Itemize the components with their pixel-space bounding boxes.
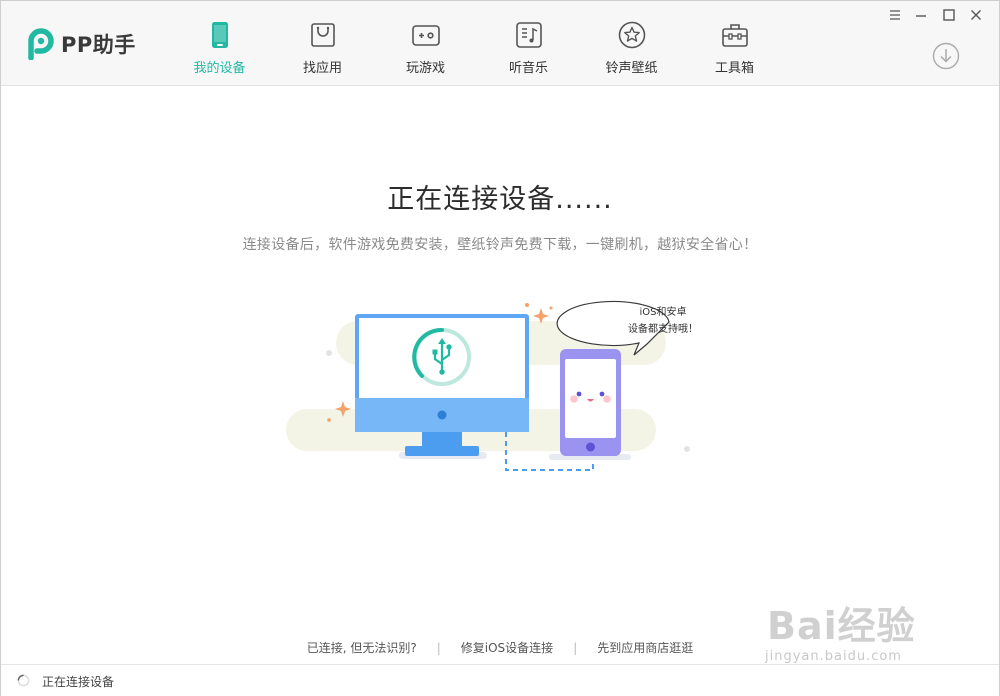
- bubble-line-1: iOS和安卓: [640, 305, 687, 318]
- toolbox-icon: [721, 24, 748, 47]
- nav-label: 找应用: [302, 61, 342, 76]
- baidu-jingyan-watermark: Bai经验 jingyan.baidu.com: [761, 587, 971, 671]
- watermark-url: jingyan.baidu.com: [765, 649, 902, 664]
- nav-label: 玩游戏: [405, 61, 445, 76]
- top-bar: PP助手 我的设备 找应用 玩游戏 听音乐 铃声壁纸 工具箱: [1, 1, 999, 86]
- menu-icon[interactable]: [887, 7, 903, 23]
- music-icon: [515, 22, 542, 48]
- download-icon[interactable]: [932, 42, 960, 70]
- shopping-bag-icon: [310, 23, 335, 47]
- page-subtitle: 连接设备后，软件游戏免费安装，壁纸铃声免费下载，一键刷机，越狱安全省心！: [242, 237, 758, 253]
- device-icon: [211, 22, 228, 48]
- maximize-icon[interactable]: [941, 7, 957, 23]
- nav-item-ringtones-wallpapers[interactable]: 铃声壁纸: [580, 1, 683, 85]
- app-name: PP助手: [61, 33, 136, 57]
- link-separator: |: [436, 641, 441, 655]
- loading-spinner-icon: [17, 674, 30, 687]
- nav-label: 听音乐: [508, 61, 548, 76]
- link-repair-ios[interactable]: 修复iOS设备连接: [461, 641, 553, 655]
- nav-item-games[interactable]: 玩游戏: [374, 1, 477, 85]
- star-circle-icon: [618, 21, 645, 49]
- link-go-store[interactable]: 先到应用商店逛逛: [597, 641, 693, 655]
- gamepad-icon: [411, 25, 440, 46]
- app-logo: PP助手: [27, 27, 136, 61]
- close-icon[interactable]: [968, 7, 984, 23]
- link-separator: |: [573, 641, 578, 655]
- nav-label: 工具箱: [714, 61, 754, 76]
- nav-item-my-device[interactable]: 我的设备: [168, 1, 271, 85]
- link-connected-unrecognized[interactable]: 已连接, 但无法识别?: [307, 641, 417, 655]
- nav-item-toolbox[interactable]: 工具箱: [683, 1, 786, 85]
- app-window: PP助手 我的设备 找应用 玩游戏 听音乐 铃声壁纸 工具箱 正在连接设备...…: [0, 0, 1000, 696]
- nav-label: 铃声壁纸: [605, 61, 658, 76]
- page-title: 正在连接设备......: [387, 184, 613, 215]
- nav-label: 我的设备: [193, 61, 246, 76]
- nav-item-find-apps[interactable]: 找应用: [271, 1, 374, 85]
- main-nav: 我的设备 找应用 玩游戏 听音乐 铃声壁纸 工具箱: [168, 1, 786, 85]
- pp-logo-icon: [28, 28, 54, 60]
- bubble-line-2: 设备都支持哦！: [628, 322, 698, 335]
- connect-illustration: iOS和安卓 设备都支持哦！: [286, 300, 698, 471]
- watermark-brand: Bai经验: [767, 604, 916, 648]
- nav-item-music[interactable]: 听音乐: [477, 1, 580, 85]
- minimize-icon[interactable]: [913, 7, 929, 23]
- status-text: 正在连接设备: [42, 675, 115, 689]
